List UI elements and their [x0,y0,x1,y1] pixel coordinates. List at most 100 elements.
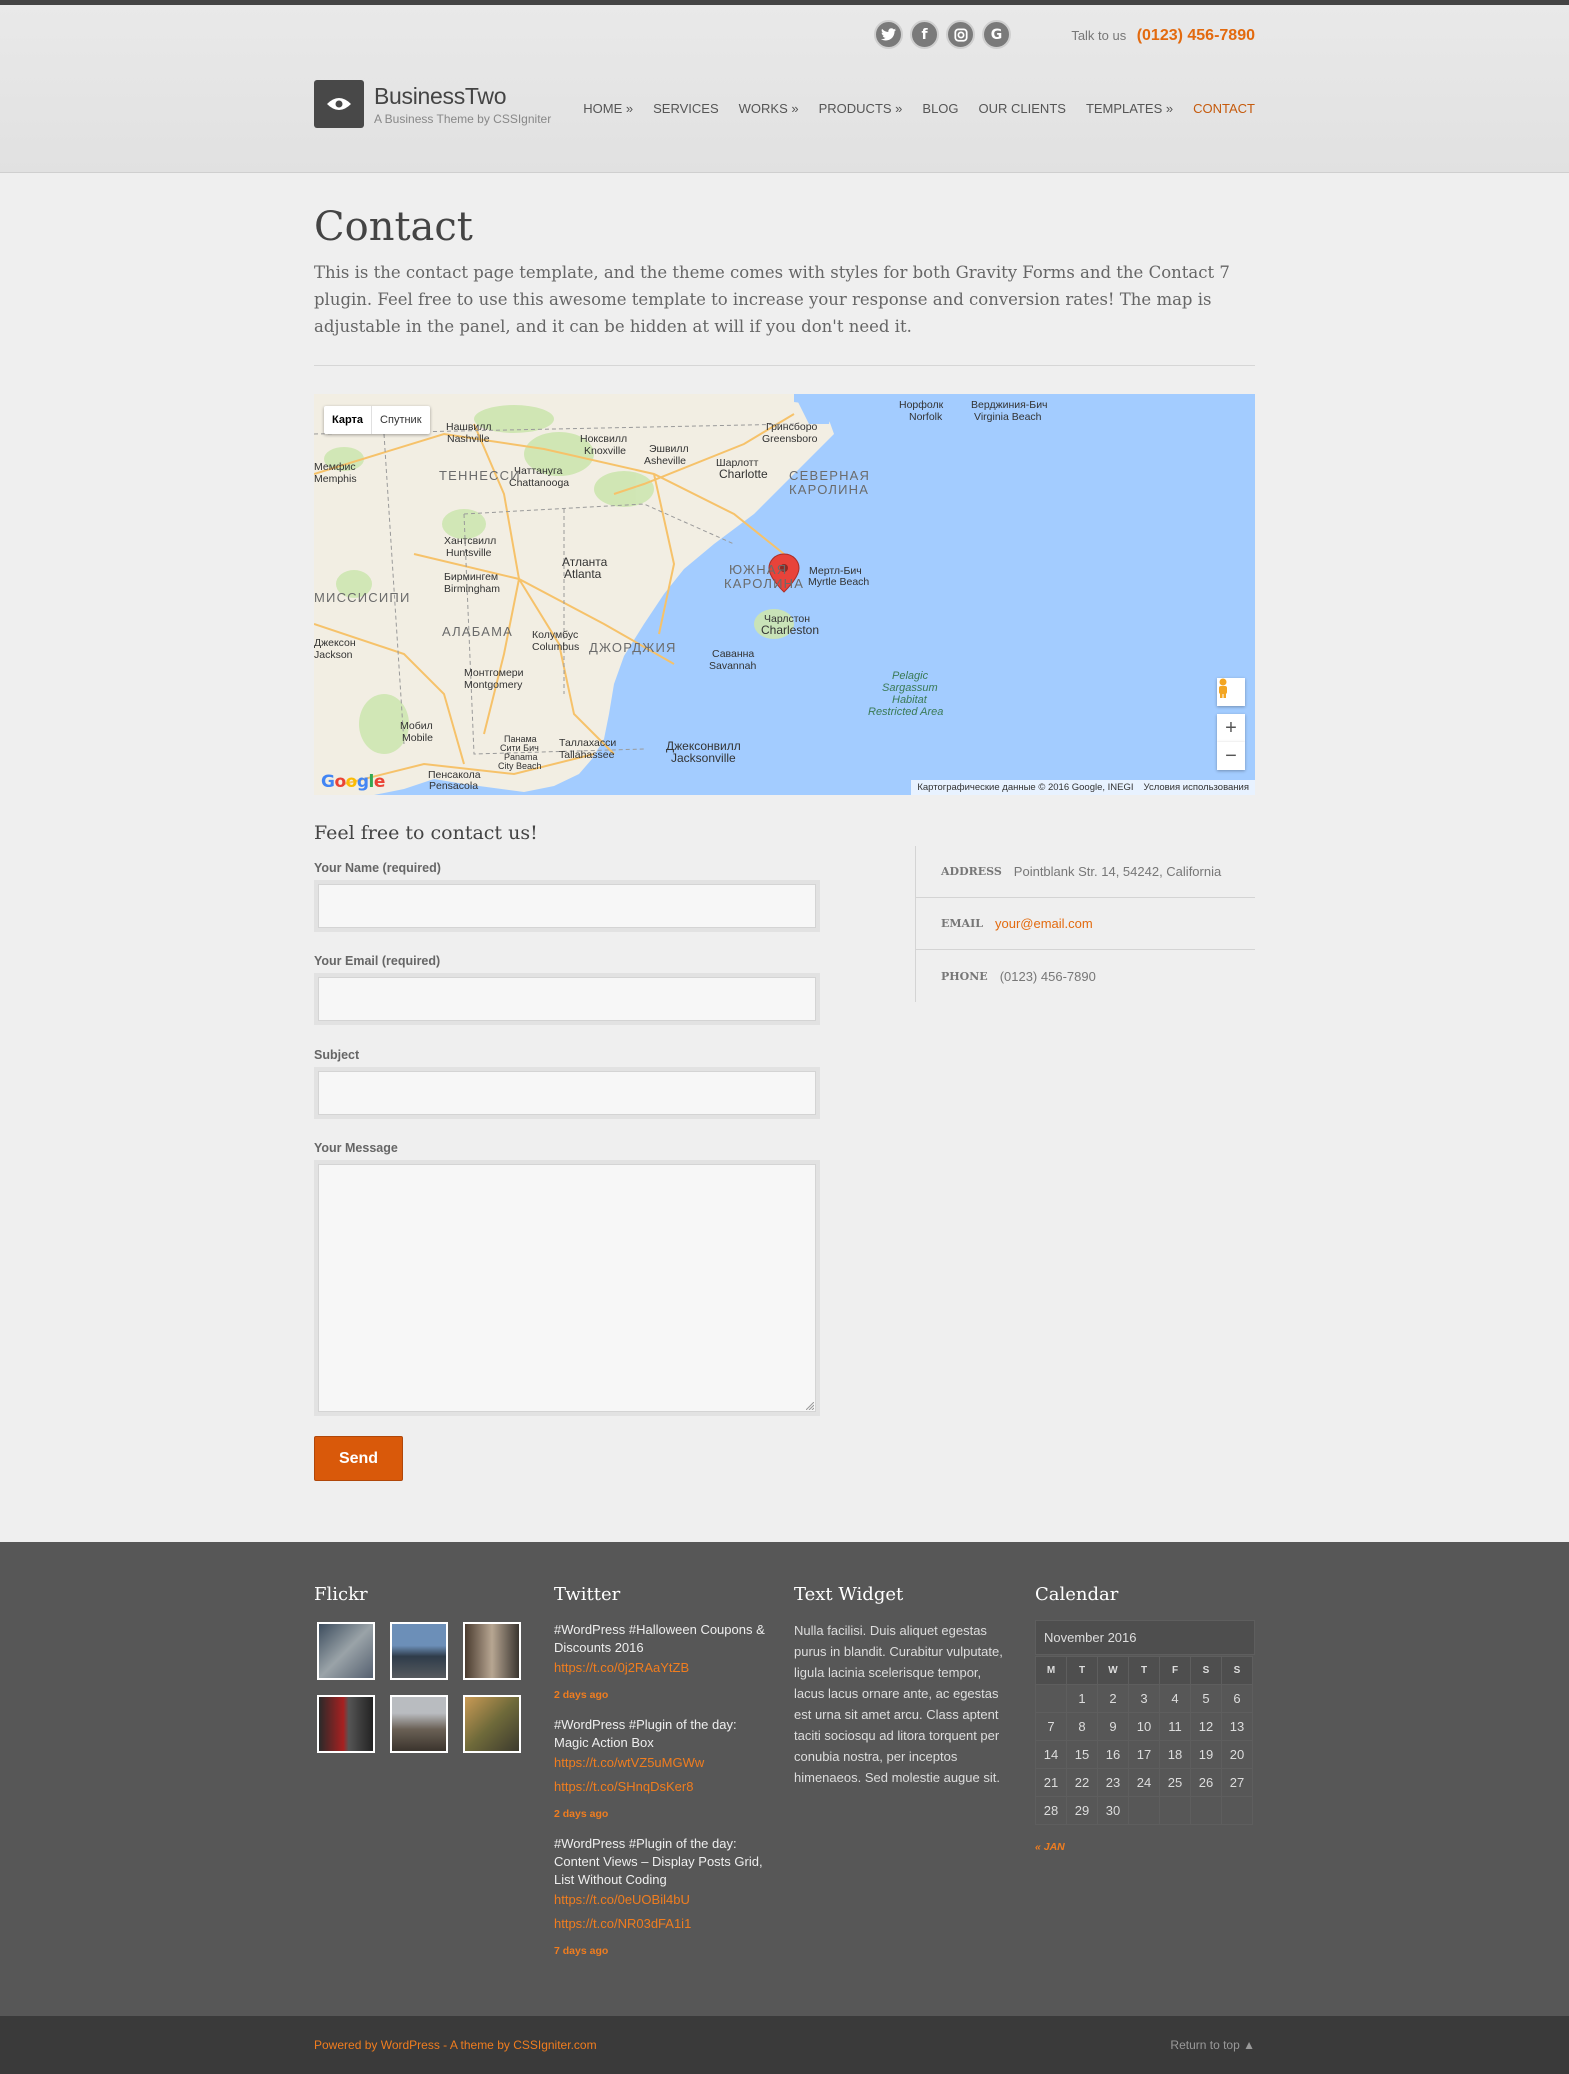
calendar-day: 24 [1129,1769,1160,1797]
instagram-icon[interactable] [946,20,975,49]
powered-by-link[interactable]: Powered by WordPress - A theme by CSSIgn… [314,2038,597,2052]
tweet-time[interactable]: 2 days ago [554,1686,774,1704]
nav-products[interactable]: PRODUCTS » [819,101,903,116]
subject-field[interactable] [314,1067,820,1119]
map-label: Pelagic [892,670,929,682]
map-label: Knoxville [584,445,626,457]
flickr-title: Flickr [314,1584,368,1605]
calendar-day: 29 [1067,1797,1098,1825]
header-phone[interactable]: (0123) 456-7890 [1137,27,1255,44]
map-label: Монтгомери [464,667,524,679]
nav-templates[interactable]: TEMPLATES » [1086,101,1173,116]
map-type-control: Карта Спутник [324,406,430,434]
tweet-link[interactable]: https://t.co/SHnqDsKer8 [554,1778,774,1796]
email-label: Your Email (required) [314,954,441,968]
calendar-day: 19 [1191,1741,1222,1769]
calendar-weekday: S [1222,1657,1253,1685]
flickr-photo[interactable] [463,1695,521,1753]
nav-blog[interactable]: BLOG [922,101,958,116]
map-label: Myrtle Beach [808,576,869,588]
nav-our-clients[interactable]: OUR CLIENTS [979,101,1066,116]
flickr-photo[interactable] [390,1695,448,1753]
calendar-empty-cell [1222,1797,1253,1825]
send-button[interactable]: Send [314,1436,403,1481]
map-label: Habitat [892,694,928,706]
calendar-weekday: T [1067,1657,1098,1685]
calendar-day: 22 [1067,1769,1098,1797]
tweet-time[interactable]: 2 days ago [554,1805,774,1823]
email-link[interactable]: your@email.com [995,916,1093,931]
site-logo[interactable]: BusinessTwo A Business Theme by CSSIgnit… [314,80,551,128]
tweet-link[interactable]: https://t.co/0eUOBil4bU [554,1891,774,1909]
twitter-title: Twitter [554,1584,621,1605]
tweet-text: #WordPress #Halloween Coupons & Discount… [554,1622,765,1655]
google-icon[interactable]: G [982,20,1011,49]
map-label: Asheville [644,455,686,467]
facebook-icon[interactable]: f [910,20,939,49]
map-label: Virginia Beach [974,411,1042,423]
resize-handle-icon[interactable] [806,1402,814,1410]
map-type-satellite[interactable]: Спутник [372,406,429,434]
nav-contact[interactable]: CONTACT [1193,101,1255,116]
pegman-icon[interactable] [1217,678,1245,706]
flickr-photo[interactable] [390,1622,448,1680]
tweet-link[interactable]: https://t.co/wtVZ5uMGWw [554,1754,774,1772]
calendar-day: 7 [1036,1713,1067,1741]
calendar-grid: M T W T F S S 1 2 3 4 5 6 7 8 9 10 11 12 13 14 15 16 17 18 19 20 21… [1035,1656,1253,1825]
calendar-day: 3 [1129,1685,1160,1713]
twitter-icon[interactable] [874,20,903,49]
footer-bottom-bar [0,2016,1569,2074]
message-field[interactable] [314,1160,820,1416]
calendar-day: 2 [1098,1685,1129,1713]
map-label: Jackson [314,649,353,661]
map-label: Ноксвилл [580,433,627,445]
calendar-day: 25 [1160,1769,1191,1797]
site-description: A Business Theme by CSSIgniter [374,111,552,126]
flickr-photo[interactable] [317,1695,375,1753]
map-label: Колумбус [532,629,578,641]
flickr-photo[interactable] [317,1622,375,1680]
address-key: ADDRESS [941,865,1002,878]
map-label: Huntsville [446,547,492,559]
tweet: #WordPress #Plugin of the day: Content V… [554,1835,774,1960]
nav-works[interactable]: WORKS » [739,101,799,116]
map-label: СЕВЕРНАЯ [789,468,870,483]
calendar-day: 4 [1160,1685,1191,1713]
calendar-empty-cell [1036,1685,1067,1713]
return-to-top-link[interactable]: Return to top ▲ [1170,2038,1255,2052]
calendar-day: 14 [1036,1741,1067,1769]
tweet-time[interactable]: 7 days ago [554,1942,774,1960]
tweet-link[interactable]: https://t.co/NR03dFA1i1 [554,1915,774,1933]
calendar-weekday: W [1098,1657,1129,1685]
zoom-in-button[interactable]: + [1217,714,1245,742]
google-map[interactable]: Нашвилл Nashville Ноксвилл Knoxville Гри… [314,394,1255,795]
calendar-day: 27 [1222,1769,1253,1797]
name-field[interactable] [314,880,820,932]
map-label: Джексон [314,637,356,649]
email-row: EMAIL your@email.com [916,898,1255,950]
zoom-out-button[interactable]: − [1217,742,1245,770]
tweet-link[interactable]: https://t.co/0j2RAaYtZB [554,1659,774,1677]
map-label: Savannah [709,660,756,672]
map-label: Charleston [761,623,819,637]
map-terms-link[interactable]: Условия использования [1144,782,1249,793]
calendar-day: 5 [1191,1685,1222,1713]
map-type-map[interactable]: Карта [324,406,373,434]
calendar-prev-link[interactable]: « JAN [1035,1841,1065,1853]
text-widget-body: Nulla facilisi. Duis aliquet egestas pur… [794,1623,1003,1785]
nav-home[interactable]: HOME » [583,101,633,116]
map-label: Хантсвилл [444,535,496,547]
calendar-empty-cell [1129,1797,1160,1825]
map-label: Tallahassee [559,749,615,761]
flickr-gallery [317,1622,521,1753]
flickr-photo[interactable] [463,1622,521,1680]
page-intro: This is the contact page template, and t… [314,263,1230,336]
email-field[interactable] [314,973,820,1025]
calendar-day: 21 [1036,1769,1067,1797]
nav-services[interactable]: SERVICES [653,101,719,116]
tweet: #WordPress #Halloween Coupons & Discount… [554,1621,774,1704]
google-logo: Google [321,772,385,792]
map-label: Норфолк [899,399,944,411]
calendar-day: 15 [1067,1741,1098,1769]
map-label: Greensboro [762,433,818,445]
